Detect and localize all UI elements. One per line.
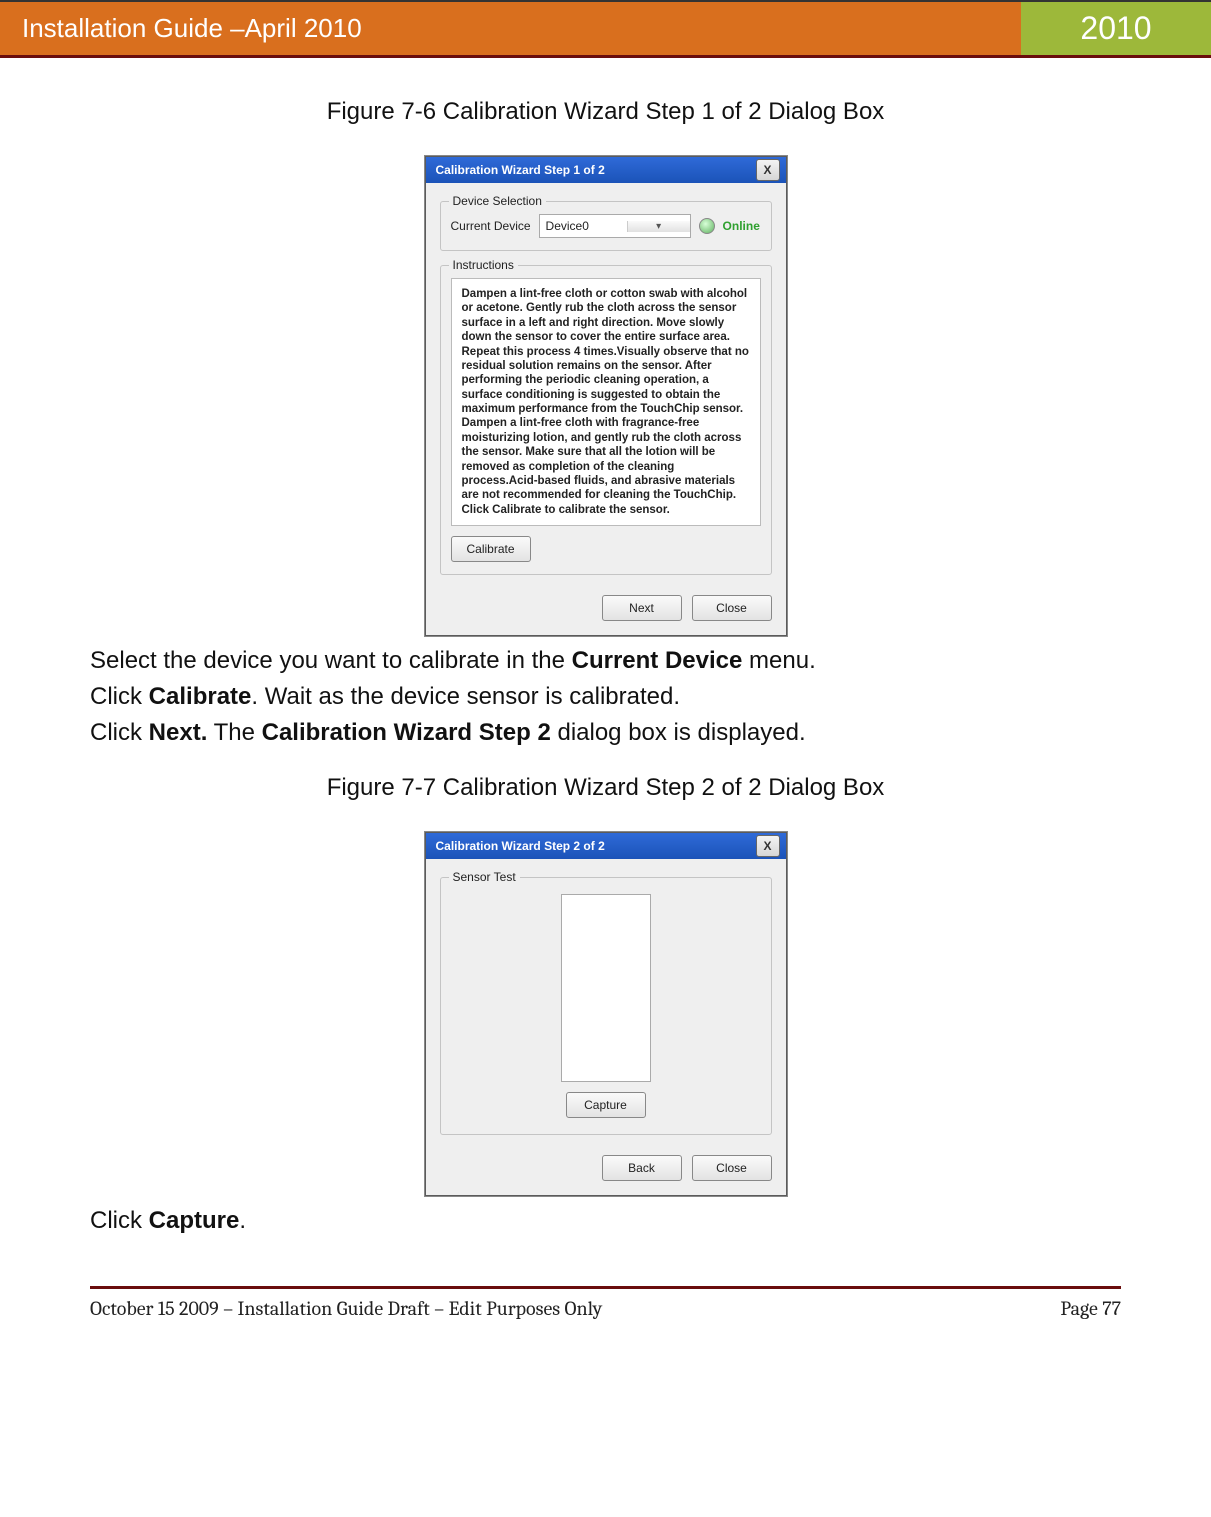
page-footer: October 15 2009 – Installation Guide Dra… bbox=[90, 1286, 1121, 1320]
content: Figure 7-6 Calibration Wizard Step 1 of … bbox=[0, 58, 1211, 1256]
sensor-test-label: Sensor Test bbox=[449, 870, 520, 884]
footer-right: Page 77 bbox=[1060, 1297, 1121, 1320]
instruction-line-2: Click Calibrate. Wait as the device sens… bbox=[90, 682, 1121, 712]
sensor-preview bbox=[561, 894, 651, 1082]
instructions-group: Instructions Dampen a lint-free cloth or… bbox=[440, 265, 772, 575]
doc-header: Installation Guide –April 2010 2010 bbox=[0, 0, 1211, 58]
device-selection-row: Current Device Device0 ▾ Online bbox=[451, 214, 761, 238]
figure-1-image: Calibration Wizard Step 1 of 2 X Device … bbox=[90, 156, 1121, 636]
dialog-titlebar: Calibration Wizard Step 1 of 2 X bbox=[426, 157, 786, 183]
current-device-dropdown[interactable]: Device0 ▾ bbox=[539, 214, 691, 238]
close-button-bottom[interactable]: Close bbox=[692, 1155, 772, 1181]
calibration-step2-dialog: Calibration Wizard Step 2 of 2 X Sensor … bbox=[425, 832, 787, 1196]
dialog2-titlebar: Calibration Wizard Step 2 of 2 X bbox=[426, 833, 786, 859]
next-button[interactable]: Next bbox=[602, 595, 682, 621]
doc-title: Installation Guide –April 2010 bbox=[0, 0, 1021, 58]
dialog-body: Device Selection Current Device Device0 … bbox=[426, 183, 786, 635]
instructions-label: Instructions bbox=[449, 258, 518, 272]
dialog2-body: Sensor Test Capture Back Close bbox=[426, 859, 786, 1195]
status-indicator-icon bbox=[699, 218, 715, 234]
capture-button[interactable]: Capture bbox=[566, 1092, 646, 1118]
figure-1-caption: Figure 7-6 Calibration Wizard Step 1 of … bbox=[90, 98, 1121, 126]
sensor-test-group: Sensor Test Capture bbox=[440, 877, 772, 1135]
close-button[interactable]: X bbox=[756, 835, 780, 857]
footer-left: October 15 2009 – Installation Guide Dra… bbox=[90, 1297, 602, 1320]
device-selection-group: Device Selection Current Device Device0 … bbox=[440, 201, 772, 251]
instruction-line-1: Select the device you want to calibrate … bbox=[90, 646, 1121, 676]
dialog2-button-row: Back Close bbox=[440, 1149, 772, 1181]
figure-2-caption: Figure 7-7 Calibration Wizard Step 2 of … bbox=[90, 774, 1121, 802]
instruction-line-3: Click Next. The Calibration Wizard Step … bbox=[90, 718, 1121, 748]
page: Installation Guide –April 2010 2010 Figu… bbox=[0, 0, 1211, 1340]
chevron-down-icon: ▾ bbox=[627, 221, 690, 232]
current-device-label: Current Device bbox=[451, 219, 531, 233]
calibrate-row: Calibrate bbox=[451, 526, 761, 562]
status-text: Online bbox=[723, 219, 760, 233]
close-button[interactable]: X bbox=[756, 159, 780, 181]
calibration-step1-dialog: Calibration Wizard Step 1 of 2 X Device … bbox=[425, 156, 787, 636]
close-button-bottom[interactable]: Close bbox=[692, 595, 772, 621]
sensor-area: Capture bbox=[451, 890, 761, 1122]
device-selection-label: Device Selection bbox=[449, 194, 546, 208]
calibrate-button[interactable]: Calibrate bbox=[451, 536, 531, 562]
dialog-title: Calibration Wizard Step 1 of 2 bbox=[436, 163, 605, 177]
dialog-button-row: Next Close bbox=[440, 589, 772, 621]
dialog2-title: Calibration Wizard Step 2 of 2 bbox=[436, 839, 605, 853]
instructions-text: Dampen a lint-free cloth or cotton swab … bbox=[451, 278, 761, 526]
current-device-value: Device0 bbox=[540, 219, 627, 233]
doc-year: 2010 bbox=[1021, 0, 1211, 58]
figure-2-image: Calibration Wizard Step 2 of 2 X Sensor … bbox=[90, 832, 1121, 1196]
back-button[interactable]: Back bbox=[602, 1155, 682, 1181]
instruction-line-4: Click Capture. bbox=[90, 1206, 1121, 1236]
